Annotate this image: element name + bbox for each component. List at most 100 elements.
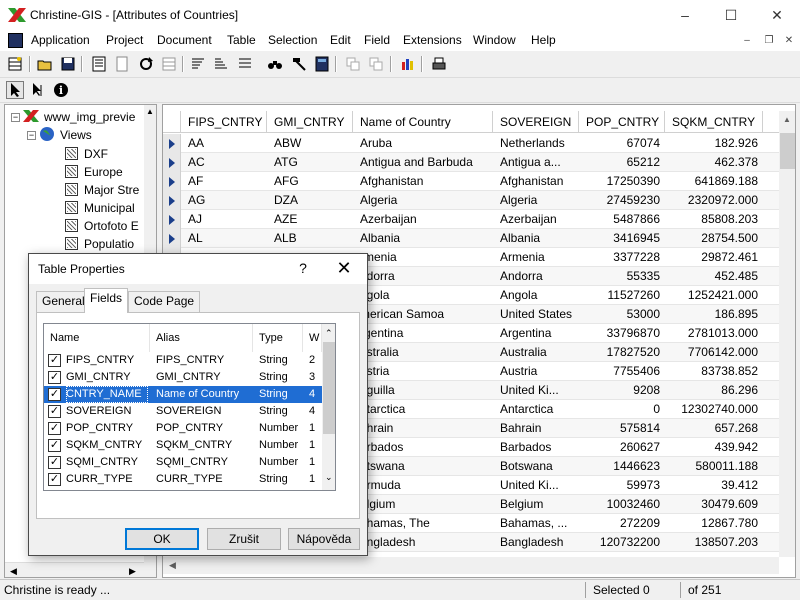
sort-descending-icon[interactable]: [212, 55, 230, 73]
table-cell-sovereign[interactable]: Angola: [493, 286, 579, 305]
row-indicator-icon[interactable]: [163, 229, 181, 248]
row-indicator-icon[interactable]: [163, 210, 181, 229]
field-row[interactable]: ✓ SOVEREIGN SOVEREIGN String 4: [44, 403, 322, 420]
scroll-up-icon[interactable]: ⌃: [325, 328, 333, 339]
table-cell-sovereign[interactable]: Albania: [493, 229, 579, 248]
fields-list-scrollbar[interactable]: ⌃ ⌄: [322, 324, 335, 490]
column-header-sovereign[interactable]: SOVEREIGN: [493, 111, 579, 133]
table-cell-name[interactable]: Aruba: [353, 134, 493, 153]
table-cell-sqkm[interactable]: 2320972.000: [665, 191, 763, 210]
list-header-name[interactable]: Name: [44, 324, 150, 352]
field-visible-checkbox[interactable]: ✓: [48, 371, 61, 384]
table-cell-gmi[interactable]: DZA: [267, 191, 353, 210]
menu-help[interactable]: Help: [531, 33, 556, 47]
table-cell-name[interactable]: ahrain: [353, 419, 493, 438]
mdi-restore-icon[interactable]: ❐: [763, 35, 775, 47]
table-cell-name[interactable]: merican Samoa: [353, 305, 493, 324]
table-cell-sqkm[interactable]: 439.942: [665, 438, 763, 457]
table-cell-pop[interactable]: 120732200: [579, 533, 665, 552]
row-indicator-icon[interactable]: [163, 191, 181, 210]
cancel-button[interactable]: Zrušit: [207, 528, 281, 550]
table-cell-pop[interactable]: 11527260: [579, 286, 665, 305]
table-cell-sqkm[interactable]: 83738.852: [665, 362, 763, 381]
tree-item-municipal[interactable]: Municipal: [65, 199, 135, 217]
table-cell-name[interactable]: Afghanistan: [353, 172, 493, 191]
menu-field[interactable]: Field: [364, 33, 390, 47]
field-visible-checkbox[interactable]: ✓: [48, 388, 61, 401]
field-row[interactable]: ✓ POP_CNTRY POP_CNTRY Number 1: [44, 420, 322, 437]
table-cell-name[interactable]: ahamas, The: [353, 514, 493, 533]
table-cell-name[interactable]: ustralia: [353, 343, 493, 362]
table-cell-sqkm[interactable]: 28754.500: [665, 229, 763, 248]
edit-pointer-icon[interactable]: [29, 81, 47, 99]
field-row[interactable]: ✓ GMI_CNTRY GMI_CNTRY String 3: [44, 369, 322, 386]
table-cell-pop[interactable]: 0: [579, 400, 665, 419]
table-cell-pop[interactable]: 9208: [579, 381, 665, 400]
maximize-icon[interactable]: ☐: [708, 0, 754, 31]
field-visible-checkbox[interactable]: ✓: [48, 422, 61, 435]
table-cell-sovereign[interactable]: Australia: [493, 343, 579, 362]
menu-table[interactable]: Table: [227, 33, 256, 47]
table-cell-fips[interactable]: AF: [181, 172, 267, 191]
help-icon[interactable]: ?: [293, 258, 313, 278]
sort-ascending-icon[interactable]: [189, 55, 207, 73]
document-system-menu-icon[interactable]: [8, 33, 23, 48]
table-cell-name[interactable]: ngola: [353, 286, 493, 305]
field-visible-checkbox[interactable]: ✓: [48, 354, 61, 367]
menu-edit[interactable]: Edit: [330, 33, 351, 47]
table-cell-sqkm[interactable]: 30479.609: [665, 495, 763, 514]
link-table-icon[interactable]: [367, 55, 385, 73]
table-cell-sqkm[interactable]: 186.895: [665, 305, 763, 324]
join-table-icon[interactable]: [344, 55, 362, 73]
table-cell-sovereign[interactable]: Antigua a...: [493, 153, 579, 172]
table-cell-sqkm[interactable]: 580011.188: [665, 457, 763, 476]
new-table-icon[interactable]: [6, 55, 24, 73]
table-cell-pop[interactable]: 272209: [579, 514, 665, 533]
table-cell-sqkm[interactable]: 12302740.000: [665, 400, 763, 419]
table-cell-gmi[interactable]: AFG: [267, 172, 353, 191]
table-cell-name[interactable]: elgium: [353, 495, 493, 514]
table-cell-fips[interactable]: AG: [181, 191, 267, 210]
table-row[interactable]: AL ALB Albania Albania 3416945 28754.500: [163, 229, 779, 248]
row-indicator-icon[interactable]: [163, 134, 181, 153]
table-row[interactable]: AA ABW Aruba Netherlands 67074 182.926: [163, 134, 779, 153]
column-header-sqkm[interactable]: SQKM_CNTRY: [665, 111, 763, 133]
table-cell-pop[interactable]: 59973: [579, 476, 665, 495]
table-cell-sovereign[interactable]: Azerbaijan: [493, 210, 579, 229]
table-cell-pop[interactable]: 3377228: [579, 248, 665, 267]
table-cell-pop[interactable]: 27459230: [579, 191, 665, 210]
table-cell-sovereign[interactable]: Netherlands: [493, 134, 579, 153]
scroll-right-icon[interactable]: ▶: [129, 566, 136, 577]
table-cell-pop[interactable]: 17827520: [579, 343, 665, 362]
table-cell-sqkm[interactable]: 29872.461: [665, 248, 763, 267]
scrollbar-thumb[interactable]: [323, 342, 335, 434]
calculator-icon[interactable]: [313, 55, 331, 73]
ok-button[interactable]: OK: [125, 528, 199, 550]
table-cell-pop[interactable]: 67074: [579, 134, 665, 153]
table-cell-pop[interactable]: 33796870: [579, 324, 665, 343]
table-cell-fips[interactable]: AC: [181, 153, 267, 172]
info-icon[interactable]: i: [52, 81, 70, 99]
table-cell-sqkm[interactable]: 85808.203: [665, 210, 763, 229]
table-cell-pop[interactable]: 65212: [579, 153, 665, 172]
table-cell-gmi[interactable]: AZE: [267, 210, 353, 229]
table-cell-name[interactable]: ntarctica: [353, 400, 493, 419]
table-cell-sovereign[interactable]: Botswana: [493, 457, 579, 476]
scroll-left-icon[interactable]: ◀: [10, 566, 17, 577]
table-row[interactable]: AC ATG Antigua and Barbuda Antigua a... 6521…: [163, 153, 779, 172]
table-cell-name[interactable]: nguilla: [353, 381, 493, 400]
list-header-type[interactable]: Type: [253, 324, 303, 352]
tab-general[interactable]: General: [36, 291, 91, 312]
menu-project[interactable]: Project: [106, 33, 143, 47]
table-cell-pop[interactable]: 10032460: [579, 495, 665, 514]
close-icon[interactable]: ✕: [329, 256, 359, 280]
table-cell-pop[interactable]: 575814: [579, 419, 665, 438]
table-cell-sovereign[interactable]: Belgium: [493, 495, 579, 514]
table-cell-sovereign[interactable]: Algeria: [493, 191, 579, 210]
column-header-pop[interactable]: POP_CNTRY: [579, 111, 665, 133]
table-cell-pop[interactable]: 1446623: [579, 457, 665, 476]
tree-item-ortofoto[interactable]: Ortofoto E: [65, 217, 139, 235]
close-icon[interactable]: ✕: [754, 0, 800, 31]
table-cell-sovereign[interactable]: Afghanistan: [493, 172, 579, 191]
mdi-minimize-icon[interactable]: –: [741, 35, 753, 47]
